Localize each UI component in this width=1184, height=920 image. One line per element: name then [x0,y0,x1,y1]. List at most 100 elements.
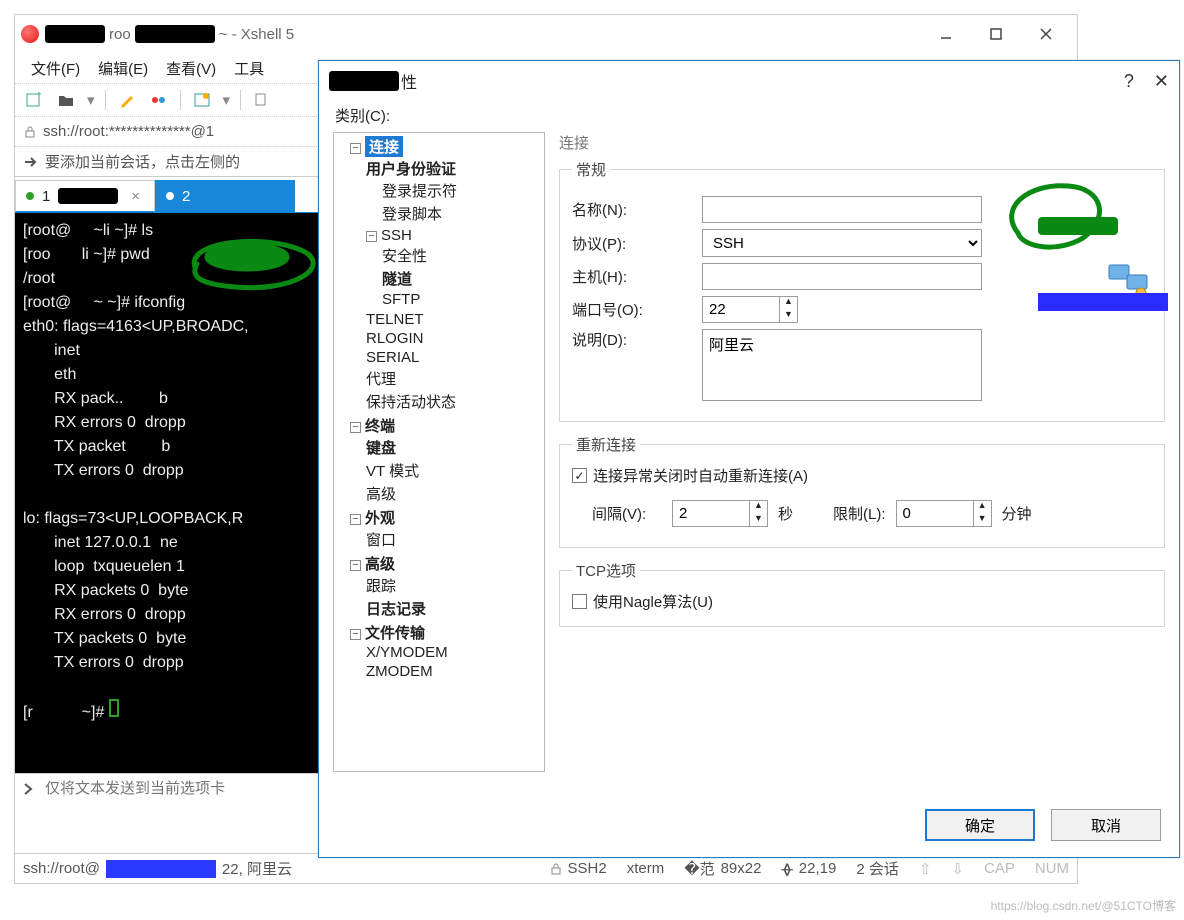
category-tree[interactable]: −连接 用户身份验证 登录提示符 登录脚本 −SSH 安全性 [333,132,545,772]
send-chevron-icon[interactable] [21,782,35,796]
interval-label: 间隔(V): [592,503,662,524]
tree-rlogin[interactable]: RLOGIN [366,329,544,348]
menu-edit[interactable]: 编辑(E) [98,58,148,79]
spin-down-icon[interactable]: ▼ [750,514,767,527]
general-legend: 常规 [572,159,610,180]
desc-label: 说明(D): [572,329,692,350]
tree-sftp[interactable]: SFTP [382,290,544,309]
tab2-status-dot [166,192,174,200]
menu-file[interactable]: 文件(F) [31,58,80,79]
status-cap: CAP [984,860,1015,877]
maximize-button[interactable] [971,15,1021,53]
tree-auth[interactable]: 用户身份验证 [366,161,456,178]
session-tab-2[interactable]: 2 [155,180,295,212]
tcp-group: TCP选项 使用Nagle算法(U) [559,560,1165,627]
tree-advanced[interactable]: 高级 [365,556,395,573]
limit-unit: 分钟 [1002,503,1032,524]
port-label: 端口号(O): [572,299,692,320]
terminal-cursor [109,699,119,717]
tree-security[interactable]: 安全性 [382,244,544,267]
spin-up-icon[interactable]: ▲ [750,501,767,514]
tree-connection[interactable]: 连接 [365,136,403,157]
desc-textarea[interactable]: 阿里云 [702,329,982,401]
expand-icon[interactable]: − [366,231,377,242]
status-pos: ᚖ 22,19 [781,860,836,878]
open-icon[interactable] [55,89,77,111]
tree-zmodem[interactable]: ZMODEM [366,662,544,681]
tab1-redaction [58,188,118,204]
new-session-icon[interactable] [23,89,45,111]
limit-input[interactable] [896,500,974,527]
tree-xymodem[interactable]: X/YMODEM [366,643,544,662]
title-suffix: ~ - Xshell 5 [219,26,294,43]
tree-keepalive[interactable]: 保持活动状态 [366,390,544,413]
minimize-button[interactable] [921,15,971,53]
dialog-close-button[interactable]: ✕ [1154,71,1169,92]
tree-telnet[interactable]: TELNET [366,310,544,329]
general-group: 常规 名称(N): 协议(P): SSH 主机(H): 端口号(O): [559,159,1165,422]
dialog-help-button[interactable]: ? [1124,71,1134,92]
tree-proxy[interactable]: 代理 [366,367,544,390]
tree-login-prompt[interactable]: 登录提示符 [382,179,544,202]
cancel-button[interactable]: 取消 [1051,809,1161,841]
terminal-text: [root@ ~li ~]# ls [roo li ~]# pwd /root … [23,222,249,721]
tree-window[interactable]: 窗口 [366,528,544,551]
tree-vt[interactable]: VT 模式 [366,459,544,482]
tree-serial[interactable]: SERIAL [366,348,544,367]
port-spinner[interactable]: ▲▼ [702,296,798,323]
highlight-icon[interactable] [116,89,138,111]
protocol-label: 协议(P): [572,233,692,254]
expand-icon[interactable]: − [350,514,361,525]
interval-input[interactable] [672,500,750,527]
host-input[interactable] [702,263,982,290]
port-down-icon[interactable]: ▼ [780,310,797,323]
status-upload-icon: ⇧ [919,860,932,878]
tree-login-script[interactable]: 登录脚本 [382,202,544,225]
status-download-icon: ⇩ [951,860,964,878]
port-input[interactable] [702,296,780,323]
session-tab-1[interactable]: 1 × [15,180,155,212]
title-fragment: roo [109,26,131,43]
spin-up-icon[interactable]: ▲ [974,501,991,514]
settings-icon[interactable] [191,89,213,111]
tree-ssh[interactable]: SSH [381,227,412,244]
tree-terminal[interactable]: 终端 [365,418,395,435]
interval-spinner[interactable]: ▲▼ [672,500,768,527]
section-connection-title: 连接 [559,132,1165,153]
tree-appearance[interactable]: 外观 [365,510,395,527]
name-label: 名称(N): [572,199,692,220]
tree-keyboard[interactable]: 键盘 [366,436,544,459]
tree-log[interactable]: 日志记录 [366,597,544,620]
protocol-select[interactable]: SSH [702,229,982,257]
auto-reconnect-checkbox[interactable]: ✓ 连接异常关闭时自动重新连接(A) [572,465,1152,486]
tree-advanced-term[interactable]: 高级 [366,482,544,505]
copy-icon[interactable] [251,89,273,111]
tree-trace[interactable]: 跟踪 [366,574,544,597]
nagle-checkbox[interactable]: 使用Nagle算法(U) [572,591,1152,612]
expand-icon[interactable]: − [350,143,361,154]
add-session-arrow-icon[interactable] [23,154,39,170]
port-up-icon[interactable]: ▲ [780,297,797,310]
expand-icon[interactable]: − [350,422,361,433]
status-sessions: 2 会话 [856,858,899,879]
spin-down-icon[interactable]: ▼ [974,514,991,527]
tab1-close-icon[interactable]: × [131,188,140,205]
connection-icon [1107,261,1151,301]
ok-button[interactable]: 确定 [925,809,1035,841]
menu-view[interactable]: 查看(V) [166,58,216,79]
limit-spinner[interactable]: ▲▼ [896,500,992,527]
nagle-label: 使用Nagle算法(U) [593,591,713,612]
expand-icon[interactable]: − [350,629,361,640]
address-text[interactable]: ssh://root:**************@1 [43,123,214,140]
name-input[interactable] [702,196,982,223]
tree-file-transfer[interactable]: 文件传输 [365,625,425,642]
menu-tools[interactable]: 工具 [234,58,264,79]
tree-tunnel[interactable]: 隧道 [382,267,544,290]
status-num: NUM [1035,860,1069,877]
reconnect-group: 重新连接 ✓ 连接异常关闭时自动重新连接(A) 间隔(V): ▲▼ 秒 限制( [559,434,1165,548]
color-icon[interactable] [148,89,170,111]
close-button[interactable] [1021,15,1071,53]
tab1-number: 1 [42,188,50,205]
dialog-title-suffix: 性 [401,69,417,93]
expand-icon[interactable]: − [350,560,361,571]
